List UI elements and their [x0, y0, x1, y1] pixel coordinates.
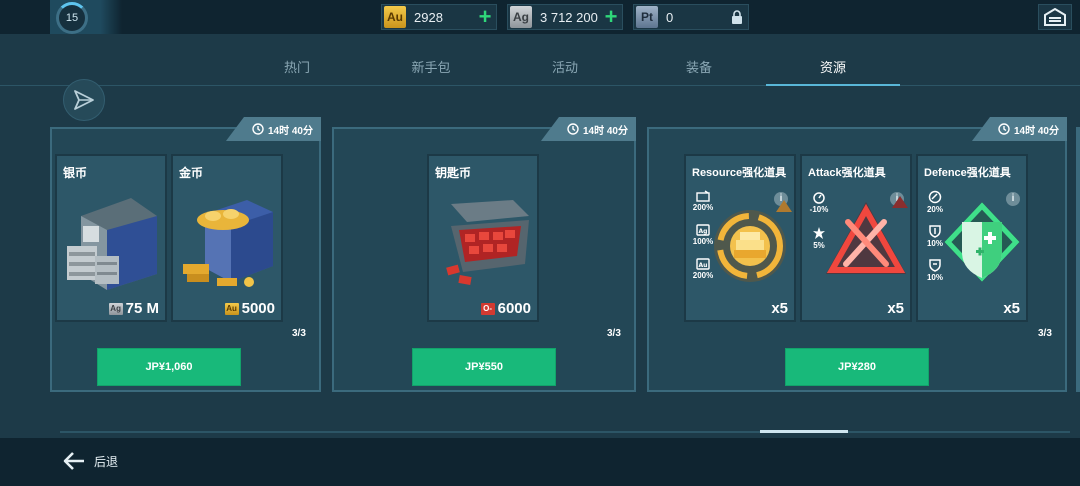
item-amount: Ag 75 M: [108, 300, 159, 317]
item-title: Resource强化道具: [692, 167, 787, 179]
item-title: 金币: [179, 166, 204, 180]
item-amount-value: 5000: [241, 300, 275, 317]
item-quantity: x5: [887, 300, 904, 317]
silver-stat-icon: Ag: [696, 224, 710, 236]
clock-icon: [252, 123, 264, 135]
shop-tabs: 热门 新手包 活动 装备 资源: [230, 52, 900, 86]
crossed-swords-booster-icon: [826, 196, 908, 274]
stat-resource-1: 200%: [690, 190, 716, 212]
item-card-attack-booster[interactable]: Attack强化道具 i -10% 5% x5: [800, 154, 912, 322]
shield-stat-icon: [929, 225, 941, 238]
stat-resource-2: Ag 100%: [690, 224, 716, 246]
garage-icon: [1044, 8, 1066, 26]
buy-button[interactable]: JP¥1,060: [97, 348, 241, 386]
next-panel-edge: [1076, 127, 1080, 392]
arrow-left-icon: [63, 452, 84, 470]
item-card-defence-booster[interactable]: Defence强化道具 i 20% 10% 10% x5: [916, 154, 1028, 322]
purchase-limit: 3/3: [292, 328, 306, 339]
stat-attack-2: 5%: [806, 226, 832, 250]
offer-timer: 14时 40分: [225, 117, 321, 141]
share-button[interactable]: [63, 79, 105, 121]
tab-starter-pack[interactable]: 新手包: [364, 52, 498, 86]
item-title: Defence强化道具: [924, 167, 1011, 179]
stat-attack-1: -10%: [806, 190, 832, 214]
home-button[interactable]: [1038, 4, 1072, 30]
send-icon: [74, 90, 94, 110]
item-title: 银币: [63, 166, 88, 180]
horizontal-scrollbar[interactable]: [60, 431, 1070, 433]
armor-stat-icon: [929, 259, 941, 272]
svg-text:Au: Au: [699, 262, 708, 269]
silver-amount: 3 712 200: [540, 9, 598, 25]
bottom-bar: [0, 438, 1080, 486]
buy-button[interactable]: JP¥280: [785, 348, 929, 386]
item-card-resource-booster[interactable]: Resource强化道具 i 200% Ag 100% Au 200% x5: [684, 154, 796, 322]
stat-resource-3: Au 200%: [690, 258, 716, 280]
buy-button[interactable]: JP¥550: [412, 348, 556, 386]
stat-defence-2: 10%: [922, 224, 948, 248]
gold-amount: 2928: [414, 9, 443, 25]
clock-icon: [998, 123, 1010, 135]
stat-defence-3: 10%: [922, 258, 948, 282]
offer-timer: 14时 40分: [540, 117, 636, 141]
tab-equipment[interactable]: 装备: [632, 52, 766, 86]
item-card-silver[interactable]: 银币 Ag 75 M: [55, 154, 167, 322]
item-amount-value: 75 M: [125, 300, 159, 317]
gold-small-icon: Au: [224, 302, 239, 315]
stat-defence-1: 20%: [922, 190, 948, 214]
purchase-limit: 3/3: [1038, 328, 1052, 339]
gold-stat-icon: Au: [696, 258, 710, 270]
item-title: Attack强化道具: [808, 167, 886, 179]
item-quantity: x5: [1003, 300, 1020, 317]
tab-events[interactable]: 活动: [498, 52, 632, 86]
lock-icon: [726, 10, 748, 24]
gold-icon: Au: [384, 6, 406, 28]
back-button[interactable]: 后退: [62, 448, 118, 474]
item-amount: O- 6000: [480, 300, 531, 317]
burst-stat-icon: [813, 227, 825, 239]
silver-chest-icon: [67, 198, 157, 290]
add-gold-button[interactable]: +: [474, 6, 496, 28]
platinum-currency: Pt 0: [633, 4, 749, 30]
item-title: 钥匙币: [435, 166, 472, 180]
item-amount-value: 6000: [497, 300, 531, 317]
scrollbar-thumb[interactable]: [760, 430, 848, 433]
player-level[interactable]: 15: [56, 2, 88, 34]
gold-bars-booster-icon: [714, 200, 792, 282]
key-small-icon: O-: [480, 302, 495, 315]
item-quantity: x5: [771, 300, 788, 317]
silver-currency: Ag 3 712 200 +: [507, 4, 623, 30]
purchase-limit: 3/3: [607, 328, 621, 339]
shield-booster-icon: [944, 202, 1020, 282]
svg-text:Ag: Ag: [699, 228, 708, 235]
item-amount: Au 5000: [224, 300, 275, 317]
offer-timer-text: 14时 40分: [267, 125, 313, 137]
item-card-key-coins[interactable]: 钥匙币 O- 6000: [427, 154, 539, 322]
platinum-amount: 0: [666, 9, 674, 25]
timer-stat-icon: [813, 192, 825, 204]
key-chest-icon: [446, 200, 529, 285]
offer-timer: 14时 40分: [971, 117, 1067, 141]
offer-timer-text: 14时 40分: [1013, 125, 1059, 137]
item-card-gold[interactable]: 金币 Au 5000: [171, 154, 283, 322]
platinum-icon: Pt: [636, 6, 658, 28]
add-silver-button[interactable]: +: [600, 6, 622, 28]
resource-stat-icon: [696, 190, 710, 202]
tab-hot[interactable]: 热门: [230, 52, 364, 86]
silver-icon: Ag: [510, 6, 532, 28]
back-label: 后退: [94, 454, 119, 469]
gold-currency: Au 2928 +: [381, 4, 497, 30]
tab-resources[interactable]: 资源: [766, 52, 900, 86]
gold-chest-icon: [183, 200, 273, 287]
silver-small-icon: Ag: [108, 302, 123, 315]
clock-icon: [567, 123, 579, 135]
offer-timer-text: 14时 40分: [582, 125, 628, 137]
repair-stat-icon: [928, 190, 942, 204]
